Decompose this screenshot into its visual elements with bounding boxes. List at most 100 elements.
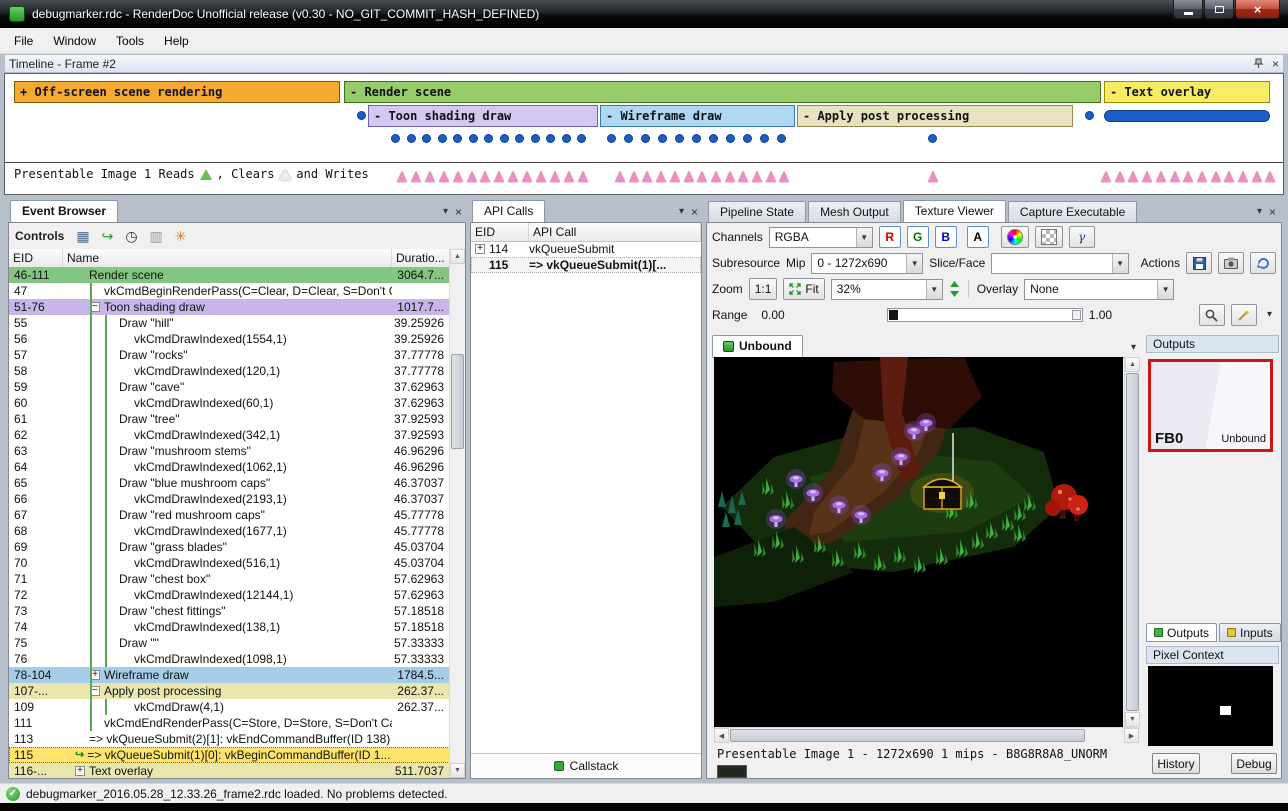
event-row[interactable]: 71Draw "chest box"57.62963 (9, 571, 450, 587)
event-row[interactable]: 116-...+Text overlay511.7037 (9, 763, 450, 778)
tab-event-browser[interactable]: Event Browser (10, 200, 118, 222)
fb0-thumbnail[interactable]: FB0 Unbound (1148, 359, 1273, 452)
tab-api-calls[interactable]: API Calls (472, 200, 545, 222)
event-row[interactable]: 70vkCmdDrawIndexed(516,1)45.03704 (9, 555, 450, 571)
timeline-bar[interactable]: + Off-screen scene rendering (14, 81, 340, 103)
event-row[interactable]: 58vkCmdDrawIndexed(120,1)37.77778 (9, 363, 450, 379)
column-eid[interactable]: EID (9, 249, 63, 267)
event-row[interactable]: 74vkCmdDrawIndexed(138,1)57.18518 (9, 619, 450, 635)
range-handle-white[interactable] (1072, 310, 1081, 320)
close-icon[interactable]: × (1269, 206, 1276, 218)
jump-to-eid-icon[interactable]: ↪ (102, 229, 114, 243)
event-row[interactable]: 75Draw ""57.33333 (9, 635, 450, 651)
channel-green-button[interactable]: G (907, 226, 929, 248)
channel-red-button[interactable]: R (879, 226, 901, 248)
slice-face-dropdown[interactable]: ▼ (991, 253, 1128, 274)
autofit-range-button[interactable] (1231, 304, 1257, 326)
event-row[interactable]: 76vkCmdDrawIndexed(1098,1)57.33333 (9, 651, 450, 667)
gamma-button[interactable]: γ (1069, 226, 1095, 248)
overlay-dropdown[interactable]: None ▼ (1024, 279, 1174, 300)
api-call-row[interactable]: 115=> vkQueueSubmit(1)[... (471, 257, 701, 273)
scroll-up-icon[interactable]: ▲ (1125, 357, 1140, 372)
find-event-icon[interactable]: ▦ (76, 229, 89, 243)
event-row[interactable]: 78-104+Wireframe draw1784.5... (9, 667, 450, 683)
event-row[interactable]: 55Draw "hill"39.25926 (9, 315, 450, 331)
event-row[interactable]: 62vkCmdDrawIndexed(342,1)37.92593 (9, 427, 450, 443)
scroll-down-icon[interactable]: ▼ (1125, 712, 1140, 727)
timeline-bar[interactable]: - Render scene (344, 81, 1101, 103)
column-name[interactable]: Name (63, 249, 392, 267)
chevron-down-icon[interactable]: ▾ (679, 207, 684, 217)
expand-icon[interactable]: + (475, 244, 485, 254)
chevron-down-icon[interactable]: ▾ (443, 207, 448, 217)
tab-pipeline-state[interactable]: Pipeline State (708, 201, 806, 222)
timeline-bar[interactable]: - Wireframe draw (600, 105, 795, 127)
pixel-context-view[interactable] (1148, 666, 1273, 746)
save-texture-button[interactable] (1186, 252, 1212, 274)
minimize-button[interactable] (1173, 0, 1203, 19)
history-button[interactable]: History (1152, 753, 1200, 774)
event-row[interactable]: 61Draw "tree"37.92593 (9, 411, 450, 427)
range-handle-black[interactable] (889, 310, 898, 320)
timeline-canvas[interactable]: Presentable Image 1 Reads , Clears and W… (4, 73, 1284, 195)
event-row[interactable]: 63Draw "mushroom stems"46.96296 (9, 443, 450, 459)
scrollbar-thumb[interactable] (730, 729, 1085, 742)
menu-item-help[interactable]: Help (154, 30, 199, 52)
scrollbar-thumb[interactable] (451, 354, 464, 449)
chevron-down-icon[interactable]: ▾ (1131, 343, 1136, 357)
event-row[interactable]: 69Draw "grass blades"45.03704 (9, 539, 450, 555)
event-row[interactable]: 66vkCmdDrawIndexed(2193,1)46.37037 (9, 491, 450, 507)
close-button[interactable]: × (1235, 0, 1280, 19)
timeline-bar[interactable]: - Apply post processing (797, 105, 1073, 127)
column-eid[interactable]: EID (471, 223, 529, 241)
close-icon[interactable]: × (691, 206, 698, 218)
scroll-down-icon[interactable]: ▼ (450, 763, 465, 778)
scroll-left-icon[interactable]: ◀ (714, 728, 729, 743)
menu-item-file[interactable]: File (4, 30, 43, 52)
event-row[interactable]: 68vkCmdDrawIndexed(1677,1)45.77778 (9, 523, 450, 539)
tab-inputs[interactable]: Inputs (1219, 623, 1281, 642)
callstack-bar[interactable]: Callstack (471, 753, 701, 778)
chevron-down-icon[interactable]: ▾ (1257, 207, 1262, 217)
alpha-background-button[interactable] (1035, 226, 1063, 248)
event-row[interactable]: 107-...−Apply post processing262.37... (9, 683, 450, 699)
event-row[interactable]: 111vkCmdEndRenderPass(C=Store, D=Store, … (9, 715, 450, 731)
scroll-right-icon[interactable]: ▶ (1124, 728, 1139, 743)
overflow-chevron-icon[interactable]: ▾ (1267, 310, 1272, 320)
texture-viewport[interactable] (714, 357, 1123, 727)
statistics-icon[interactable]: ▥ (150, 229, 163, 243)
fit-button[interactable]: Fit (783, 278, 824, 300)
zoom-1to1-button[interactable]: 1:1 (749, 278, 778, 300)
timeline-bar[interactable]: - Text overlay (1104, 81, 1270, 103)
bookmark-icon[interactable]: ✳ (175, 229, 187, 243)
tab-capture-executable[interactable]: Capture Executable (1008, 201, 1137, 222)
range-visualize-button[interactable] (1001, 226, 1029, 248)
zoom-percent-combo[interactable]: 32% ▼ (831, 279, 943, 300)
event-row[interactable]: 56vkCmdDrawIndexed(1554,1)39.25926 (9, 331, 450, 347)
tab-mesh-output[interactable]: Mesh Output (808, 201, 901, 222)
close-icon[interactable]: × (1272, 58, 1279, 70)
event-browser-scrollbar[interactable]: ▲ ▼ (449, 249, 465, 778)
menu-item-window[interactable]: Window (43, 30, 106, 52)
expand-icon[interactable]: + (75, 766, 85, 776)
api-call-row[interactable]: +114vkQueueSubmit (471, 241, 701, 257)
channel-alpha-button[interactable]: A (967, 226, 989, 248)
event-row[interactable]: 64vkCmdDrawIndexed(1062,1)46.96296 (9, 459, 450, 475)
flip-y-icon[interactable] (949, 281, 960, 297)
title-bar[interactable]: debugmarker.rdc - RenderDoc Unofficial r… (0, 0, 1288, 29)
range-max-value[interactable]: 1.00 (1089, 308, 1112, 322)
event-row[interactable]: 59Draw "cave"37.62963 (9, 379, 450, 395)
event-row[interactable]: 65Draw "blue mushroom caps"46.37037 (9, 475, 450, 491)
event-row[interactable]: 73Draw "chest fittings"57.18518 (9, 603, 450, 619)
tab-texture-viewer[interactable]: Texture Viewer (903, 200, 1006, 222)
mip-dropdown[interactable]: 0 - 1272x690 ▼ (811, 253, 923, 274)
channel-blue-button[interactable]: B (935, 226, 957, 248)
column-api-call[interactable]: API Call (529, 223, 701, 241)
maximize-button[interactable] (1204, 0, 1234, 19)
open-texture-list-button[interactable] (1218, 252, 1244, 274)
time-durations-icon[interactable]: ◷ (125, 229, 137, 243)
channels-dropdown[interactable]: RGBA ▼ (769, 227, 873, 248)
column-duration[interactable]: Duratio... (392, 249, 450, 267)
event-row[interactable]: 115↪=> vkQueueSubmit(1)[0]: vkBeginComma… (9, 747, 450, 763)
texture-tab-unbound[interactable]: Unbound (712, 335, 803, 357)
